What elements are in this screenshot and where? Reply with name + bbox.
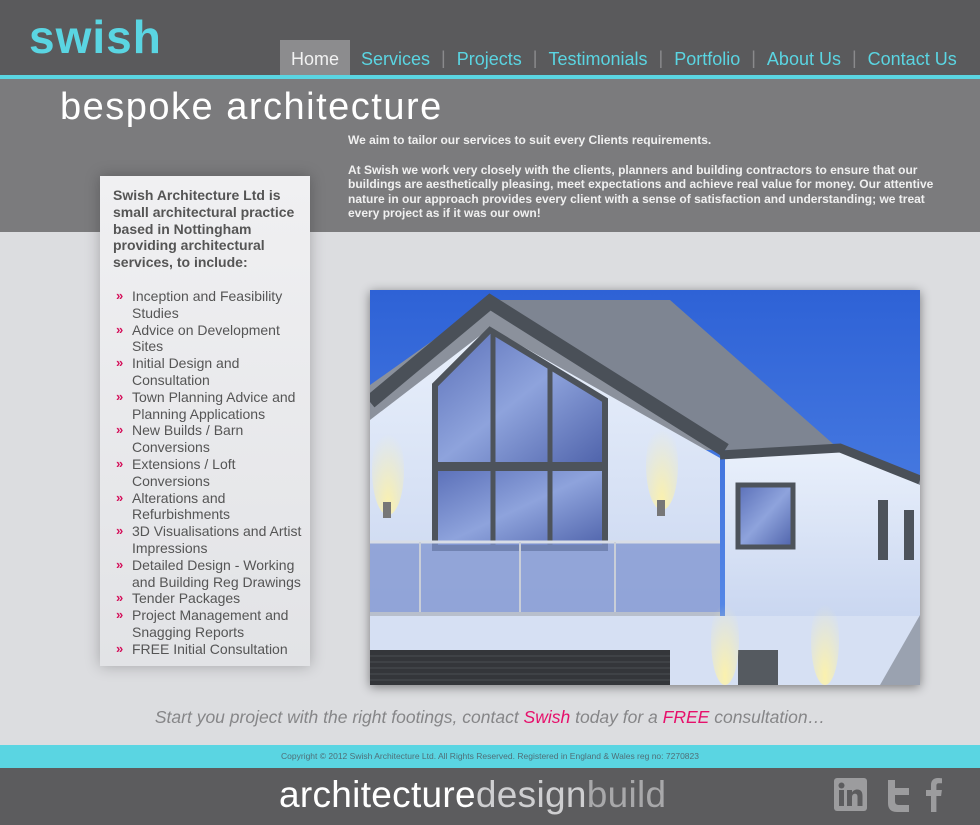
sidebar-intro: Swish Architecture Ltd is small architec… [113,187,295,271]
nav-testimonials[interactable]: Testimonials [537,40,658,76]
service-label: Alterations and Refurbishments [132,489,231,523]
linkedin-icon[interactable] [834,778,867,816]
footer-tag-build: build [586,774,667,815]
service-label: Advice on Development Sites [132,321,280,355]
service-item: » Detailed Design - Working and Building … [116,557,304,591]
banner-tagline: bespoke architecture [60,86,443,128]
footer-tag-architecture: architecture [279,774,476,815]
service-item: » Town Planning Advice and Planning Appli… [116,389,304,423]
service-label: New Builds / Barn Conversions [132,422,244,456]
cta-part-3: consultation… [709,707,826,727]
footer-tagline: architecturedesignbuild [279,774,666,816]
service-item: » FREE Initial Consultation [116,641,304,658]
service-item: » Alterations and Refurbishments [116,490,304,524]
bullet-icon: » [116,590,124,606]
service-label: 3D Visualisations and Artist Impressions [132,523,302,556]
service-item: » Project Management and Snagging Reports [116,607,304,641]
main-nav: Home Services | Projects | Testimonials | Portf… [280,40,968,76]
service-label: Extensions / Loft Conversions [132,455,236,489]
site-logo[interactable]: swish [29,10,162,64]
nav-projects[interactable]: Projects [446,40,533,76]
cta-part-1: Start you project with the right footing… [154,707,524,727]
bullet-icon: » [116,455,124,471]
service-label: Inception and Feasibility Studies [132,287,283,321]
intro-paragraph-2: At Swish we work very closely with the c… [348,162,934,221]
intro-text: We aim to tailor our services to suit ev… [348,133,948,221]
service-item: » 3D Visualisations and Artist Impression… [116,523,304,557]
nav-portfolio[interactable]: Portfolio [663,40,751,76]
bullet-icon: » [116,321,124,337]
services-sidebar: Swish Architecture Ltd is small architec… [100,176,310,666]
copyright-bar: Copyright © 2012 Swish Architecture Ltd.… [0,745,980,768]
service-item: » Initial Design and Consultation [116,355,304,389]
service-item: » Inception and Feasibility Studies [116,288,304,322]
twitter-icon[interactable] [886,778,912,817]
service-label: Town Planning Advice and Planning Applic… [132,388,296,422]
intro-paragraph-1: We aim to tailor our services to suit ev… [348,133,712,147]
service-item: » Extensions / Loft Conversions [116,456,304,490]
nav-services[interactable]: Services [350,40,441,76]
service-item: » Tender Packages [116,590,304,607]
service-label: Project Management and Snagging Reports [132,607,289,640]
bullet-icon: » [116,388,124,404]
bullet-icon: » [116,556,124,572]
cta-free: FREE [662,707,710,727]
service-item: » Advice on Development Sites [116,322,304,356]
cta-part-2: today for a [570,707,663,727]
nav-contact-us[interactable]: Contact Us [857,40,968,76]
footer-tag-design: design [475,774,587,815]
bullet-icon: » [116,489,124,505]
service-item: » New Builds / Barn Conversions [116,422,304,456]
service-label: Tender Packages [132,590,241,607]
bullet-icon: » [116,422,124,438]
bullet-icon: » [116,607,124,623]
service-label: Detailed Design - Working and Building R… [132,556,301,590]
cta-text: Start you project with the right footing… [0,707,980,728]
bullet-icon: » [116,355,124,371]
service-label: FREE Initial Consultation [132,640,288,657]
facebook-icon[interactable] [925,778,945,817]
nav-about-us[interactable]: About Us [756,40,852,76]
nav-home[interactable]: Home [280,40,351,76]
services-list: » Inception and Feasibility Studies » Advic… [100,288,310,658]
cta-brand: Swish [523,707,571,727]
bullet-icon: » [116,523,124,539]
bullet-icon: » [116,287,124,303]
house-rendering-image [370,290,920,685]
service-label: Initial Design and Consultation [132,355,240,388]
bullet-icon: » [116,640,124,656]
